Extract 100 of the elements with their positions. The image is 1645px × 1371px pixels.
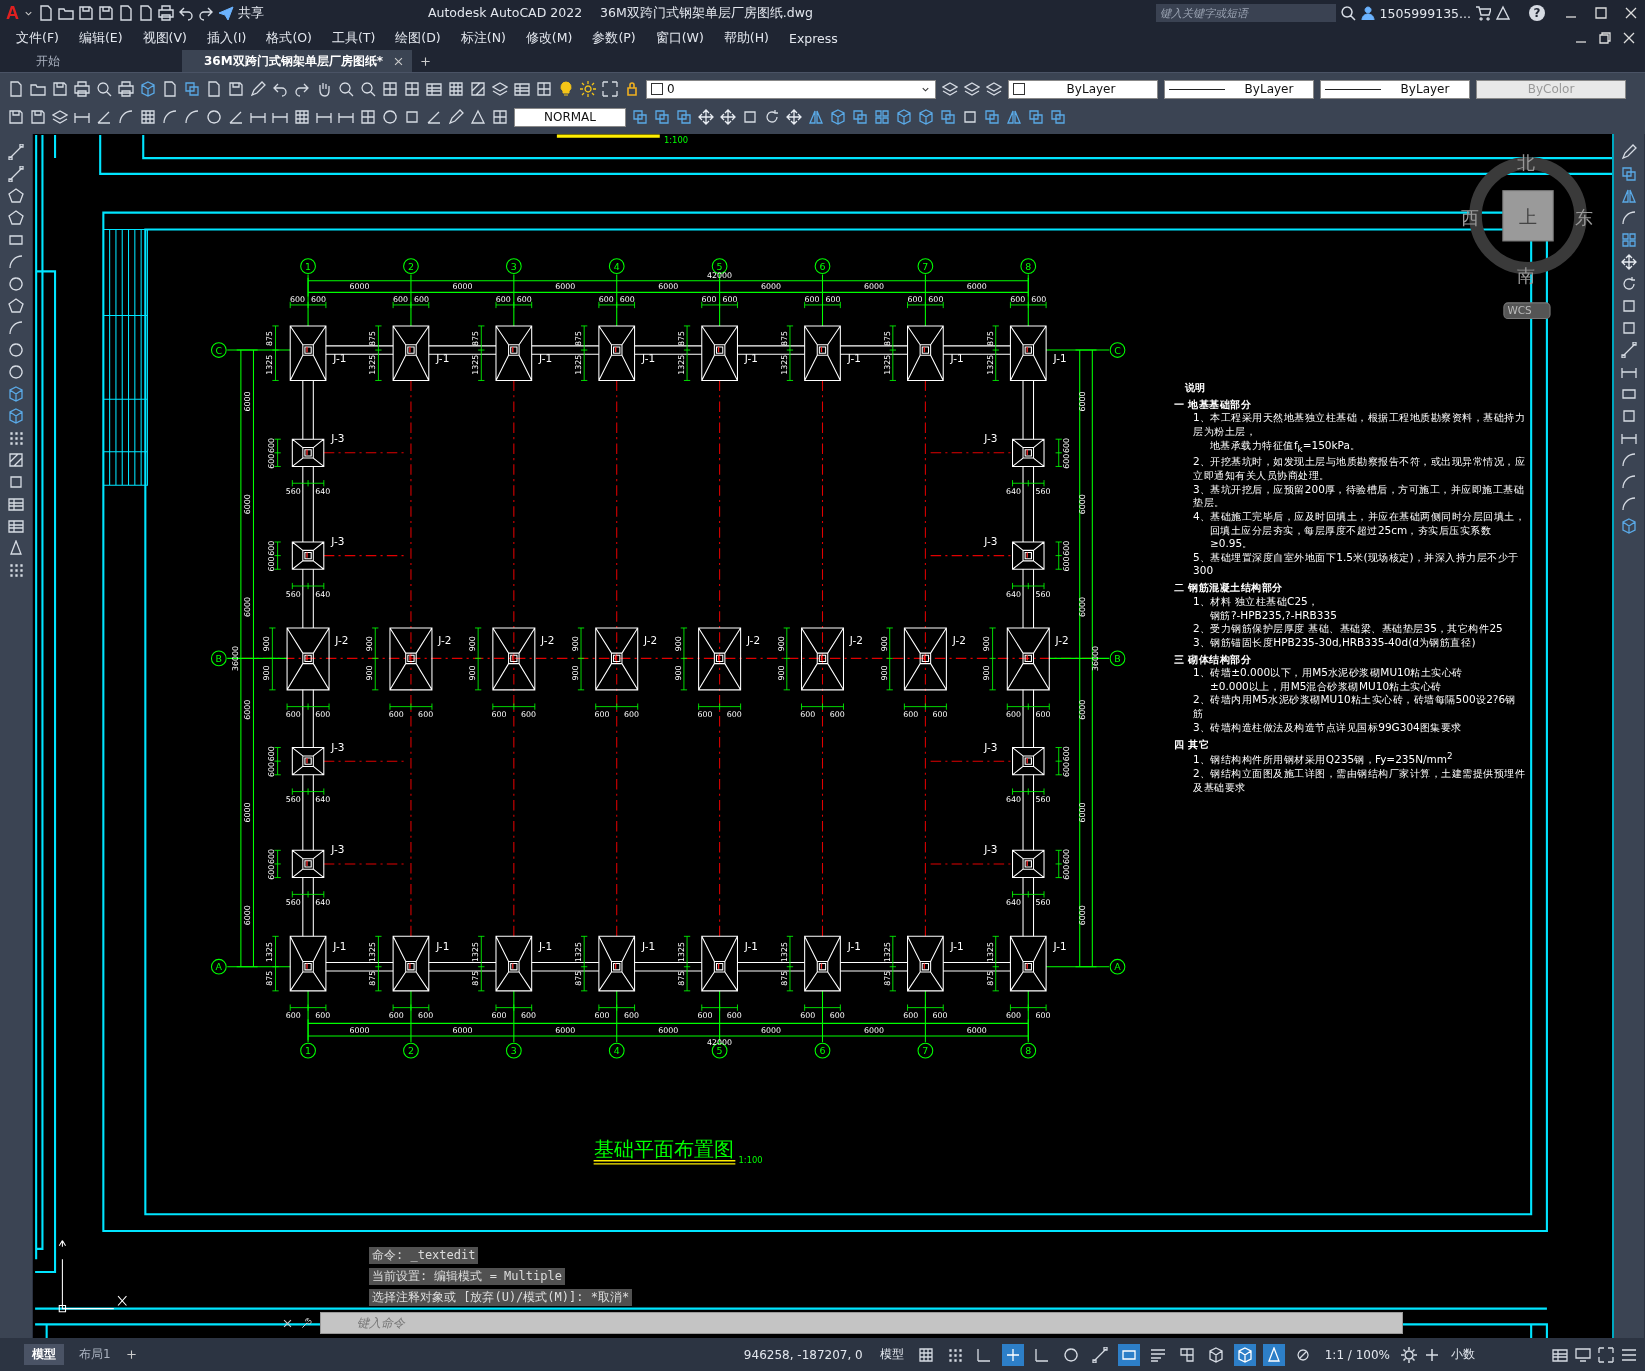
menu-item[interactable]: 窗口(W) bbox=[649, 29, 710, 47]
arc-icon[interactable] bbox=[8, 320, 24, 336]
maximize-icon[interactable] bbox=[1593, 5, 1609, 21]
copy-icon[interactable] bbox=[1621, 166, 1637, 182]
redo-icon[interactable] bbox=[198, 5, 214, 21]
copy-icon[interactable] bbox=[184, 81, 200, 97]
menu-item[interactable]: 文件(F) bbox=[10, 29, 65, 47]
pencil-icon[interactable] bbox=[448, 109, 464, 125]
send-icon[interactable] bbox=[218, 5, 234, 21]
angle-icon[interactable] bbox=[228, 109, 244, 125]
document-icon[interactable] bbox=[206, 81, 222, 97]
layout-tab[interactable]: 布局1 bbox=[71, 1344, 119, 1365]
user-icon[interactable] bbox=[1359, 5, 1376, 21]
undo-icon[interactable] bbox=[178, 5, 194, 21]
copy-icon[interactable] bbox=[852, 109, 868, 125]
gear-icon[interactable] bbox=[1401, 1346, 1417, 1363]
document-icon[interactable] bbox=[162, 81, 178, 97]
document-icon[interactable] bbox=[38, 5, 54, 21]
frame-icon[interactable] bbox=[602, 81, 618, 97]
triangle-icon[interactable] bbox=[1495, 5, 1511, 21]
layer-dropdown[interactable]: 0 bbox=[646, 79, 936, 99]
menu-item[interactable]: 插入(I) bbox=[200, 29, 253, 47]
menu-item[interactable]: 标注(N) bbox=[454, 29, 512, 47]
copy-icon[interactable] bbox=[654, 109, 670, 125]
sun-icon[interactable] bbox=[580, 81, 596, 97]
grid-icon[interactable] bbox=[140, 109, 156, 125]
wrench-icon[interactable] bbox=[301, 1317, 312, 1329]
search-field[interactable]: 键入关键字或短语 bbox=[1155, 4, 1336, 22]
window-icon[interactable] bbox=[404, 81, 420, 97]
arc-icon[interactable] bbox=[1621, 474, 1637, 490]
cube-icon[interactable] bbox=[1233, 1343, 1256, 1366]
help-button[interactable]: ? bbox=[1529, 5, 1545, 21]
copy-icon[interactable] bbox=[676, 109, 692, 125]
layers-icon[interactable] bbox=[492, 81, 508, 97]
document-icon[interactable] bbox=[138, 5, 154, 21]
units-dropdown[interactable]: 小数 bbox=[1447, 1344, 1545, 1365]
close-icon[interactable] bbox=[1623, 5, 1639, 21]
table-icon[interactable] bbox=[1552, 1346, 1568, 1363]
menu-item[interactable]: 编辑(E) bbox=[72, 29, 129, 47]
ucs-dropdown[interactable]: WCS bbox=[1503, 302, 1551, 320]
color-dropdown[interactable]: ByLayer bbox=[1008, 79, 1158, 99]
menu-item[interactable]: Express bbox=[783, 30, 844, 46]
mirror-icon[interactable] bbox=[1006, 109, 1022, 125]
menu-item[interactable]: 参数(P) bbox=[586, 29, 642, 47]
polygon-icon[interactable] bbox=[8, 210, 24, 226]
arc-icon[interactable] bbox=[1621, 496, 1637, 512]
rotate-icon[interactable] bbox=[1621, 276, 1637, 292]
hand-icon[interactable] bbox=[316, 81, 332, 97]
document-tab[interactable]: 36M双跨门式钢架单层厂房图纸* bbox=[182, 50, 412, 72]
move-icon[interactable] bbox=[698, 109, 714, 125]
copy-icon[interactable] bbox=[984, 109, 1000, 125]
printer-icon[interactable] bbox=[158, 5, 174, 21]
window-icon[interactable] bbox=[492, 109, 508, 125]
line-icon[interactable] bbox=[8, 144, 24, 160]
angle-icon[interactable] bbox=[426, 109, 442, 125]
plus-icon[interactable] bbox=[1001, 1343, 1024, 1366]
copy-icon[interactable] bbox=[940, 109, 956, 125]
move-icon[interactable] bbox=[720, 109, 736, 125]
arc-icon[interactable] bbox=[118, 109, 134, 125]
arc-icon[interactable] bbox=[162, 109, 178, 125]
window-icon[interactable] bbox=[360, 109, 376, 125]
search-icon[interactable] bbox=[1339, 5, 1356, 21]
square-icon[interactable] bbox=[962, 109, 978, 125]
printer-icon[interactable] bbox=[74, 81, 90, 97]
line-icon[interactable] bbox=[8, 166, 24, 182]
mirror-icon[interactable] bbox=[808, 109, 824, 125]
document-tab[interactable]: 开始 bbox=[14, 50, 174, 72]
dimension-style-dropdown[interactable]: NORMAL bbox=[514, 107, 626, 127]
menu-item[interactable]: 修改(M) bbox=[519, 29, 579, 47]
undo-icon[interactable] bbox=[272, 81, 288, 97]
command-input[interactable]: 键入命令 bbox=[320, 1312, 1403, 1334]
table-icon[interactable] bbox=[514, 81, 530, 97]
rotate-icon[interactable] bbox=[764, 109, 780, 125]
hatch-icon[interactable] bbox=[8, 452, 24, 468]
grid-icon[interactable] bbox=[448, 81, 464, 97]
rectangle-icon[interactable] bbox=[8, 232, 24, 248]
annotation-scale-dropdown[interactable]: 1:1 / 100% bbox=[1320, 1345, 1394, 1364]
pencil-icon[interactable] bbox=[1621, 144, 1637, 160]
pencil-icon[interactable] bbox=[250, 81, 266, 97]
plus-icon[interactable] bbox=[419, 55, 431, 67]
table-icon[interactable] bbox=[8, 496, 24, 512]
document-icon[interactable] bbox=[8, 81, 24, 97]
square-icon[interactable] bbox=[742, 109, 758, 125]
square-icon[interactable] bbox=[1621, 298, 1637, 314]
dots-icon[interactable] bbox=[8, 430, 24, 446]
viewcube-face[interactable] bbox=[1502, 190, 1554, 242]
window-icon[interactable] bbox=[536, 81, 552, 97]
layers-icon[interactable] bbox=[942, 81, 958, 97]
square-icon[interactable] bbox=[1621, 320, 1637, 336]
line-icon[interactable] bbox=[1621, 342, 1637, 358]
window-icon[interactable] bbox=[382, 81, 398, 97]
user-name[interactable]: 1505999135... bbox=[1379, 5, 1471, 21]
layout-tab[interactable]: 模型 bbox=[24, 1344, 64, 1365]
arc-icon[interactable] bbox=[1621, 452, 1637, 468]
lock-icon[interactable] bbox=[624, 81, 640, 97]
array-icon[interactable] bbox=[1621, 232, 1637, 248]
folder-icon[interactable] bbox=[58, 5, 74, 21]
share-button[interactable]: 共享 bbox=[238, 4, 264, 22]
magnifier-icon[interactable] bbox=[96, 81, 112, 97]
model-space-button[interactable]: 模型 bbox=[875, 1344, 908, 1365]
